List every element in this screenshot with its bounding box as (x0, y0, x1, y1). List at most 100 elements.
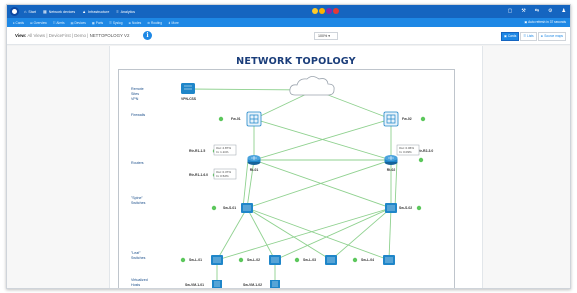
toolbar-icons: ▢ ⚒ ⇆ ⚙ ♟ (499, 7, 566, 16)
row-label: Switches (131, 256, 146, 260)
row-label: Routers (131, 161, 144, 165)
nav-item-1[interactable]: ▦ Network devices (43, 9, 75, 14)
status-up-icon (180, 257, 186, 263)
device-label: Sw-VM-1-02 (243, 283, 262, 287)
view-mode-button[interactable]: ☰ Lists (520, 32, 537, 41)
sub-nav-item[interactable]: ⊕ Nodes (128, 21, 141, 25)
device-label: Fw-01 (231, 117, 241, 121)
nav-item-label: Network devices (48, 9, 76, 14)
row-label: Firewalls (131, 113, 145, 117)
stat-line: In: 0.52% (216, 174, 229, 178)
interface-stats-box: Out: 2.87%In: 1.11% (213, 144, 237, 156)
user-icon[interactable]: ♟ (562, 7, 566, 16)
top-navigation-bar: ⌂ Start ▦ Network devices ▲ Infrastructure ≡ An… (7, 5, 570, 18)
document-icon[interactable]: ▢ (508, 7, 513, 16)
sub-navigation-bar: ♦ Cards ⊞ Overview ☷ Alerts ▤ Devices ▦ Port… (7, 18, 570, 27)
topology-diagram: Remote Sites VPN Firewalls Routers "Spine" Swi… (118, 69, 455, 289)
app-logo[interactable] (10, 7, 19, 16)
info-icon[interactable]: i (143, 31, 152, 40)
spine-switch-01[interactable] (241, 203, 253, 213)
breadcrumb-item[interactable]: All Views (27, 33, 45, 38)
status-dot[interactable] (319, 8, 325, 14)
view-label: View: (15, 33, 27, 38)
sub-nav-item[interactable]: ⚙ Routing (147, 21, 162, 25)
vpn-gateway-device[interactable] (181, 83, 195, 94)
device-label: Sw-L-02 (247, 258, 260, 262)
status-up-icon (420, 116, 426, 122)
breadcrumb-item[interactable]: Demo (74, 33, 86, 38)
share-icon[interactable]: ⇆ (535, 7, 539, 16)
nav-item-label: Start (28, 9, 37, 14)
home-icon: ⌂ (24, 9, 27, 14)
view-mode-button[interactable]: ▣ Cards (500, 32, 520, 41)
left-panel (7, 46, 110, 288)
device-label: Sw-S-01 (223, 206, 236, 210)
sub-nav-item[interactable]: ▦ Ports (92, 21, 103, 25)
device-label: Rtr-R2-3.0 (417, 149, 433, 153)
device-label: Fw-02 (402, 117, 412, 121)
sub-nav-item[interactable]: ♦ Cards (13, 21, 24, 25)
row-label: Switches (131, 201, 146, 205)
status-dot[interactable] (333, 8, 339, 14)
sub-nav-item[interactable]: ⬇ More (168, 21, 179, 25)
settings-icon[interactable]: ⚙ (548, 7, 552, 16)
status-dot[interactable] (326, 8, 332, 14)
sub-nav-item[interactable]: ⊞ Overview (30, 21, 47, 25)
status-up-icon (352, 257, 358, 263)
topology-canvas: NETWORK TOPOLOGY Remote Sites VPN Firewalls… (110, 46, 482, 289)
auto-refresh-label[interactable]: ▣ Auto refresh in 37 seconds (524, 20, 566, 24)
device-label: Sw-L-03 (303, 258, 316, 262)
chart-icon: ≡ (116, 9, 119, 14)
diagram-title: NETWORK TOPOLOGY (236, 56, 356, 67)
alert-icon: ▲ (82, 9, 87, 14)
firewall-fw-02[interactable] (383, 111, 399, 127)
view-mode-button[interactable]: ⊕ Source maps (537, 32, 566, 41)
status-up-icon (238, 257, 244, 263)
leaf-switch-2[interactable] (269, 255, 281, 265)
network-link (394, 159, 398, 209)
row-label: Hosts (131, 283, 140, 287)
stat-line: In: 1.11% (216, 150, 229, 154)
network-link (246, 207, 276, 261)
network-link (216, 207, 392, 261)
firewall-fw-01[interactable] (246, 111, 262, 127)
internet-cloud-icon[interactable] (289, 76, 335, 96)
status-up-icon (218, 116, 224, 122)
leaf-switch-3[interactable] (325, 255, 337, 265)
row-label: Sites (131, 92, 139, 96)
row-label: Remote (131, 87, 144, 91)
sub-nav-item[interactable]: ☰ Syslog (109, 21, 122, 25)
device-label: Sw-S-02 (399, 206, 412, 210)
leaf-switch-4[interactable] (383, 255, 395, 265)
spine-switch-02[interactable] (385, 203, 397, 213)
interface-stats-box: Out: 0.37%In: 0.52% (213, 168, 237, 180)
device-label: Rtr-R1-1.5 (189, 149, 205, 153)
status-dots (312, 8, 340, 14)
virtual-host-1[interactable] (212, 280, 222, 289)
row-label: Virtualized (131, 278, 148, 282)
wrench-icon[interactable]: ⚒ (521, 7, 525, 16)
device-label: Sw-L-04 (361, 258, 374, 262)
nav-item-2[interactable]: ▲ Infrastructure (82, 9, 109, 14)
view-mode-buttons: ▣ Cards ☰ Lists ⊕ Source maps (500, 32, 566, 41)
nav-item-3[interactable]: ≡ Analytics (116, 9, 135, 14)
device-label: Sw-VM-1-01 (185, 283, 204, 287)
stat-line: In: 0.09% (399, 150, 412, 154)
sub-nav-item[interactable]: ▤ Devices (71, 21, 86, 25)
router-rt-02[interactable] (384, 155, 398, 165)
nav-item-0[interactable]: ⌂ Start (24, 9, 36, 14)
leaf-switch-1[interactable] (211, 255, 223, 265)
nav-item-label: Infrastructure (88, 9, 110, 14)
network-link (330, 207, 392, 261)
breadcrumb: View: All Views | DeviceFirst | Demo | N… (15, 33, 129, 38)
breadcrumb-item[interactable]: DeviceFirst (49, 33, 71, 38)
router-rt-01[interactable] (247, 155, 261, 165)
topology-svg: RemoteSitesVPNFirewallsRouters"Spine"Swi… (131, 76, 433, 289)
sub-nav-items: ♦ Cards ⊞ Overview ☷ Alerts ▤ Devices ▦ Port… (7, 21, 179, 25)
sub-nav-item[interactable]: ☷ Alerts (53, 21, 65, 25)
zoom-select[interactable]: 100% ▾ (314, 32, 338, 40)
status-up-icon (211, 205, 217, 211)
breadcrumb-item[interactable]: NETTOPOLOGY V2 (90, 33, 130, 38)
status-dot[interactable] (312, 8, 318, 14)
virtual-host-2[interactable] (270, 280, 280, 289)
